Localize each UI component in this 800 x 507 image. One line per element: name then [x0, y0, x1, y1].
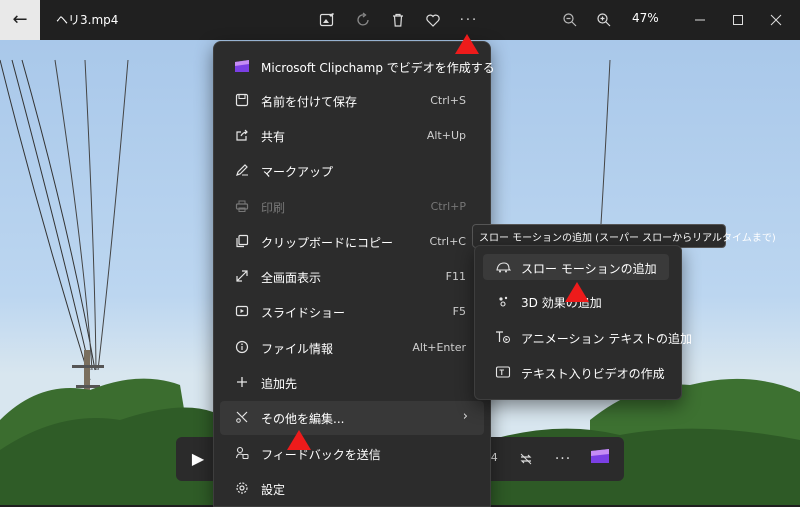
share-icon [234, 128, 250, 144]
zoom-in-icon[interactable] [592, 8, 616, 32]
clipchamp-icon [234, 59, 250, 75]
animated-text-icon [495, 330, 511, 344]
zoom-level: 47% [632, 11, 659, 25]
edit-more-icon [234, 410, 250, 426]
copy-icon [234, 234, 250, 250]
3d-effect-icon [495, 294, 511, 308]
slow-motion-icon [495, 260, 512, 274]
menu-item-print[interactable]: 印刷 Ctrl+P [220, 190, 484, 224]
menu-item-fullscreen[interactable]: 全画面表示 F11 [220, 260, 484, 294]
save-icon [234, 93, 250, 109]
back-arrow-icon: ← [12, 9, 28, 30]
menu-item-add-to[interactable]: 追加先 [220, 366, 484, 400]
close-icon[interactable] [764, 8, 788, 32]
edit-image-icon[interactable] [315, 8, 339, 32]
menu-item-clipchamp[interactable]: Microsoft Clipchamp でビデオを作成する [220, 50, 495, 84]
clipchamp-logo-icon[interactable] [589, 447, 615, 471]
printer-icon [234, 199, 250, 215]
title-bar: ← ヘリ3.mp4 ··· 47% [0, 0, 800, 40]
red-marker-slow-motion [565, 282, 589, 302]
delete-icon[interactable] [386, 8, 410, 32]
feedback-icon [234, 446, 250, 462]
zoom-out-icon[interactable] [558, 8, 582, 32]
menu-item-markup[interactable]: マークアップ [220, 154, 484, 188]
submenu-item-animated-text[interactable]: アニメーション テキストの追加 [483, 324, 692, 350]
settings-icon [234, 481, 250, 497]
file-title: ヘリ3.mp4 [56, 13, 119, 27]
menu-item-copy-clipboard[interactable]: クリップボードにコピー Ctrl+C [220, 225, 484, 259]
pen-icon [234, 163, 250, 179]
menu-item-share[interactable]: 共有 Alt+Up [220, 119, 484, 153]
info-icon [234, 340, 250, 356]
submenu-item-video-text[interactable]: テキスト入りビデオの作成 [483, 359, 669, 385]
chevron-right-icon: › [462, 409, 468, 424]
menu-item-feedback[interactable]: フィードバックを送信 [220, 437, 484, 471]
slideshow-icon [234, 304, 250, 320]
red-marker-more-options [455, 34, 479, 54]
video-text-icon [495, 365, 511, 379]
fullscreen-icon [234, 269, 250, 285]
player-more-icon[interactable]: ··· [551, 447, 575, 471]
loop-icon[interactable] [514, 447, 538, 471]
menu-item-slideshow[interactable]: スライドショー F5 [220, 295, 484, 329]
menu-item-settings[interactable]: 設定 [220, 472, 484, 506]
red-marker-edit-more [287, 430, 311, 450]
minimize-icon[interactable] [688, 8, 712, 32]
submenu-item-slow-motion[interactable]: スロー モーションの追加 [483, 254, 669, 280]
favorite-heart-icon[interactable] [421, 8, 445, 32]
more-options-icon[interactable]: ··· [457, 8, 481, 32]
menu-item-save-as[interactable]: 名前を付けて保存 Ctrl+S [220, 84, 484, 118]
more-options-menu: Microsoft Clipchamp でビデオを作成する 名前を付けて保存 C… [213, 41, 495, 507]
tooltip-text: スロー モーションの追加 (スーパー スローからリアルタイムまで) [479, 233, 776, 244]
edit-more-submenu: スロー モーションの追加 3D 効果の追加 アニメーション テキストの追加 テキ… [474, 245, 692, 400]
plus-icon [234, 375, 250, 391]
menu-item-edit-more[interactable]: その他を編集... › [220, 401, 484, 435]
maximize-icon[interactable] [726, 8, 750, 32]
back-button[interactable]: ← [0, 0, 40, 40]
rotate-icon[interactable] [352, 8, 376, 32]
play-icon[interactable]: ▶ [186, 447, 210, 471]
menu-item-file-info[interactable]: ファイル情報 Alt+Enter [220, 331, 484, 365]
